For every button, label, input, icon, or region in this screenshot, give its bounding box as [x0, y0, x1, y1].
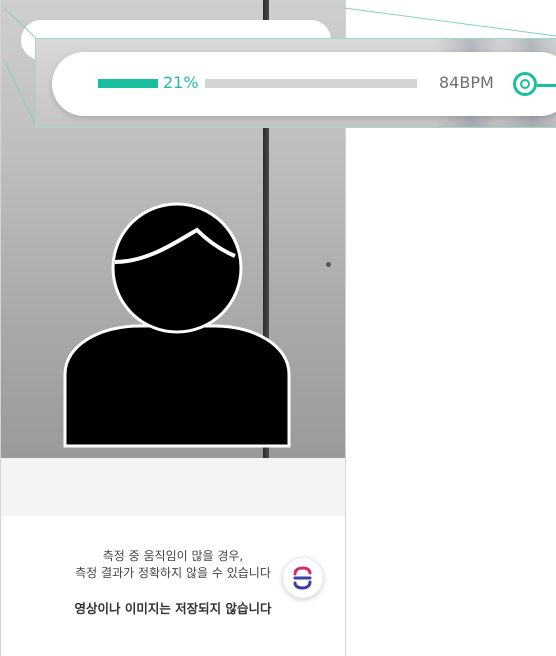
- progress-track: [205, 79, 417, 88]
- camera-bottom-band: [1, 458, 345, 516]
- sd-logo-glyph: [293, 566, 312, 590]
- heart-rate-indicator-icon: [513, 72, 537, 96]
- privacy-notice: 영상이나 이미지는 저장되지 않습니다: [74, 601, 272, 616]
- ceiling-dot: [326, 262, 331, 267]
- sd-logo-icon[interactable]: [283, 558, 323, 598]
- bpm-value: 84BPM: [439, 73, 494, 92]
- heart-indicator-tail: [537, 84, 556, 87]
- progress-fill: [98, 79, 158, 88]
- person-silhouette-icon: [63, 202, 291, 448]
- progress-percent: 21%: [163, 73, 199, 92]
